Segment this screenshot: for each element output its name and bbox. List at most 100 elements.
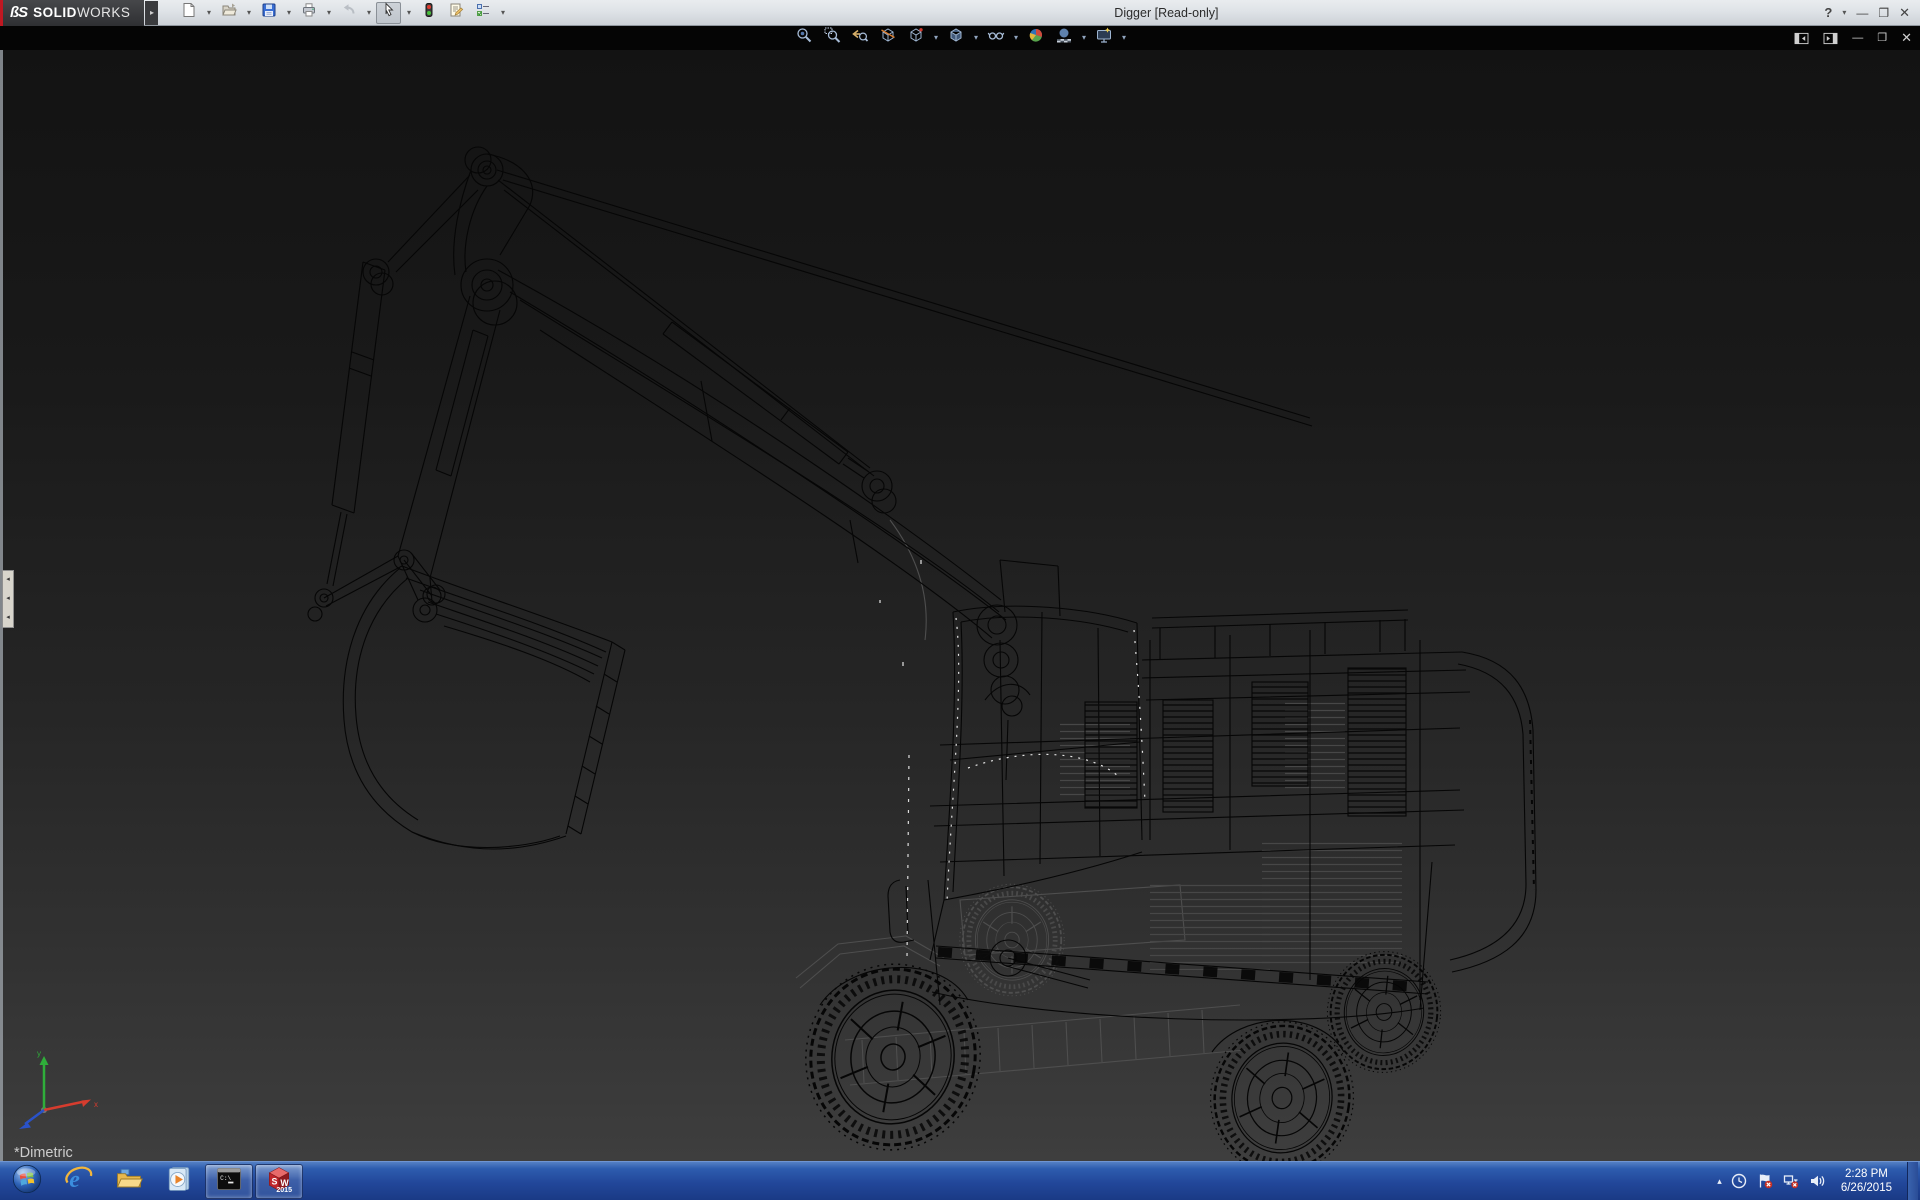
new-document-dropdown[interactable]: ▾ bbox=[203, 8, 214, 17]
solidworks-logo: ßS SOLIDWORKS bbox=[0, 0, 144, 26]
show-desktop-button[interactable] bbox=[1907, 1162, 1918, 1200]
select-button[interactable] bbox=[376, 2, 401, 24]
internet-explorer-taskbar-button[interactable]: e bbox=[55, 1164, 103, 1199]
media-player-icon bbox=[164, 1164, 194, 1199]
internet-explorer-icon: e bbox=[64, 1164, 94, 1199]
display-style-button[interactable] bbox=[943, 27, 969, 48]
previous-view-icon bbox=[851, 26, 869, 49]
network-icon[interactable] bbox=[1783, 1173, 1800, 1190]
zoom-to-area-button[interactable] bbox=[819, 27, 845, 48]
command-prompt-icon: C:\ bbox=[214, 1164, 244, 1199]
document-close-button[interactable]: ✕ bbox=[1901, 28, 1912, 48]
help-button[interactable]: ? bbox=[1824, 5, 1832, 20]
save-icon bbox=[261, 2, 277, 23]
window-title: Digger [Read-only] bbox=[508, 6, 1824, 20]
hose-rod-pair bbox=[497, 170, 1312, 426]
dipper-arm bbox=[398, 296, 500, 622]
bucket-cylinder bbox=[308, 262, 385, 621]
command-prompt-taskbar-button[interactable]: C:\ bbox=[205, 1164, 253, 1199]
pane-arrow-icon: ◂ bbox=[6, 577, 10, 583]
file-properties-button[interactable] bbox=[443, 2, 468, 24]
undo-dropdown[interactable]: ▾ bbox=[363, 8, 374, 17]
save-button[interactable] bbox=[256, 2, 281, 24]
close-button[interactable]: ✕ bbox=[1899, 5, 1910, 21]
view-orientation-button[interactable] bbox=[903, 27, 929, 48]
menu-expand-button[interactable]: ▸ bbox=[145, 1, 158, 25]
open-dropdown[interactable]: ▾ bbox=[243, 8, 254, 17]
undo-icon bbox=[341, 2, 357, 23]
main-toolbar: ▾ ▾ ▾ ▾ ▾ ▾ ▾ bbox=[176, 2, 508, 24]
linkage-rod-pair bbox=[498, 180, 874, 476]
media-player-taskbar-button[interactable] bbox=[155, 1164, 203, 1199]
hide-show-items-dropdown[interactable]: ▾ bbox=[1011, 33, 1021, 42]
logo-red-accent bbox=[0, 0, 3, 26]
reference-triad: y x bbox=[8, 1044, 108, 1139]
clock-date: 6/26/2015 bbox=[1841, 1181, 1892, 1195]
taskbar-clock[interactable]: 2:28 PM 6/26/2015 bbox=[1835, 1167, 1898, 1195]
print-dropdown[interactable]: ▾ bbox=[323, 8, 334, 17]
system-tray: ▴ 2:28 PM 6/26/2015 bbox=[1717, 1162, 1920, 1200]
headsup-view-toolbar: ▾ ▾ ▾ ▾ ▾ bbox=[791, 27, 1129, 48]
previous-view-button[interactable] bbox=[847, 27, 873, 48]
minimize-button[interactable]: — bbox=[1856, 6, 1868, 20]
apply-scene-button[interactable] bbox=[1051, 27, 1077, 48]
clock-icon[interactable] bbox=[1731, 1173, 1748, 1190]
document-restore-button[interactable]: ❐ bbox=[1877, 28, 1887, 48]
windows-explorer-taskbar-button[interactable] bbox=[105, 1164, 153, 1199]
view-orientation-icon bbox=[907, 26, 925, 49]
zoom-to-fit-button[interactable] bbox=[791, 27, 817, 48]
view-settings-icon bbox=[1095, 26, 1113, 49]
volume-icon[interactable] bbox=[1809, 1173, 1826, 1190]
visible-edges bbox=[308, 147, 1536, 1161]
pane-toggle-left-icon[interactable] bbox=[1794, 32, 1809, 45]
apply-scene-dropdown[interactable]: ▾ bbox=[1079, 33, 1089, 42]
help-dropdown[interactable]: ▾ bbox=[1842, 8, 1846, 17]
undo-button[interactable] bbox=[336, 2, 361, 24]
solidworks-logo-icon: ßS bbox=[10, 4, 27, 21]
svg-text:S: S bbox=[272, 1176, 278, 1186]
taskbar-buttons: e C:\ SW2015 bbox=[0, 1162, 304, 1200]
open-button[interactable] bbox=[216, 2, 241, 24]
wheels bbox=[791, 946, 1446, 1161]
select-dropdown[interactable]: ▾ bbox=[403, 8, 414, 17]
view-settings-dropdown[interactable]: ▾ bbox=[1119, 33, 1129, 42]
featuremanager-collapsed-tab[interactable]: ◂ ◂ ◂ bbox=[2, 570, 14, 628]
view-orientation-label: *Dimetric bbox=[14, 1145, 73, 1161]
edit-appearance-icon bbox=[1027, 26, 1045, 49]
wireframe-digger-model bbox=[0, 50, 1920, 1161]
new-document-button[interactable] bbox=[176, 2, 201, 24]
section-view-icon bbox=[879, 26, 897, 49]
document-minimize-button[interactable]: — bbox=[1852, 28, 1863, 48]
options-button[interactable] bbox=[470, 2, 495, 24]
zoom-to-area-icon bbox=[823, 26, 841, 49]
options-dropdown[interactable]: ▾ bbox=[497, 8, 508, 17]
graphics-viewport[interactable]: ◂ ◂ ◂ y x *Dimetric bbox=[0, 50, 1920, 1161]
boom-apex-joint bbox=[363, 147, 533, 295]
select-icon bbox=[381, 2, 397, 23]
svg-text:2015: 2015 bbox=[276, 1186, 292, 1193]
print-button[interactable] bbox=[296, 2, 321, 24]
new-document-icon bbox=[181, 2, 197, 23]
edit-appearance-button[interactable] bbox=[1023, 27, 1049, 48]
section-view-button[interactable] bbox=[875, 27, 901, 48]
tray-expand-icon[interactable]: ▴ bbox=[1717, 1176, 1722, 1187]
save-dropdown[interactable]: ▾ bbox=[283, 8, 294, 17]
rebuild-button[interactable] bbox=[416, 2, 441, 24]
triad-y-label: y bbox=[37, 1049, 41, 1058]
boom-elbow-joint bbox=[461, 259, 517, 325]
open-icon bbox=[221, 2, 237, 23]
pane-toggle-right-icon[interactable] bbox=[1823, 32, 1838, 45]
print-icon bbox=[301, 2, 317, 23]
start-orb-taskbar-button[interactable] bbox=[1, 1164, 53, 1199]
clock-time: 2:28 PM bbox=[1841, 1167, 1892, 1181]
solidworks-2015-taskbar-button[interactable]: SW2015 bbox=[255, 1164, 303, 1199]
restore-button[interactable]: ❐ bbox=[1878, 6, 1889, 20]
view-orientation-dropdown[interactable]: ▾ bbox=[931, 33, 941, 42]
document-window-controls: — ❐ ✕ bbox=[1794, 28, 1912, 48]
display-style-dropdown[interactable]: ▾ bbox=[971, 33, 981, 42]
taskbar: e C:\ SW2015 ▴ 2:28 PM 6/26/2015 bbox=[0, 1161, 1920, 1200]
svg-text:C:\: C:\ bbox=[220, 1174, 231, 1181]
action-center-icon[interactable] bbox=[1757, 1173, 1774, 1190]
hide-show-items-button[interactable] bbox=[983, 27, 1009, 48]
view-settings-button[interactable] bbox=[1091, 27, 1117, 48]
